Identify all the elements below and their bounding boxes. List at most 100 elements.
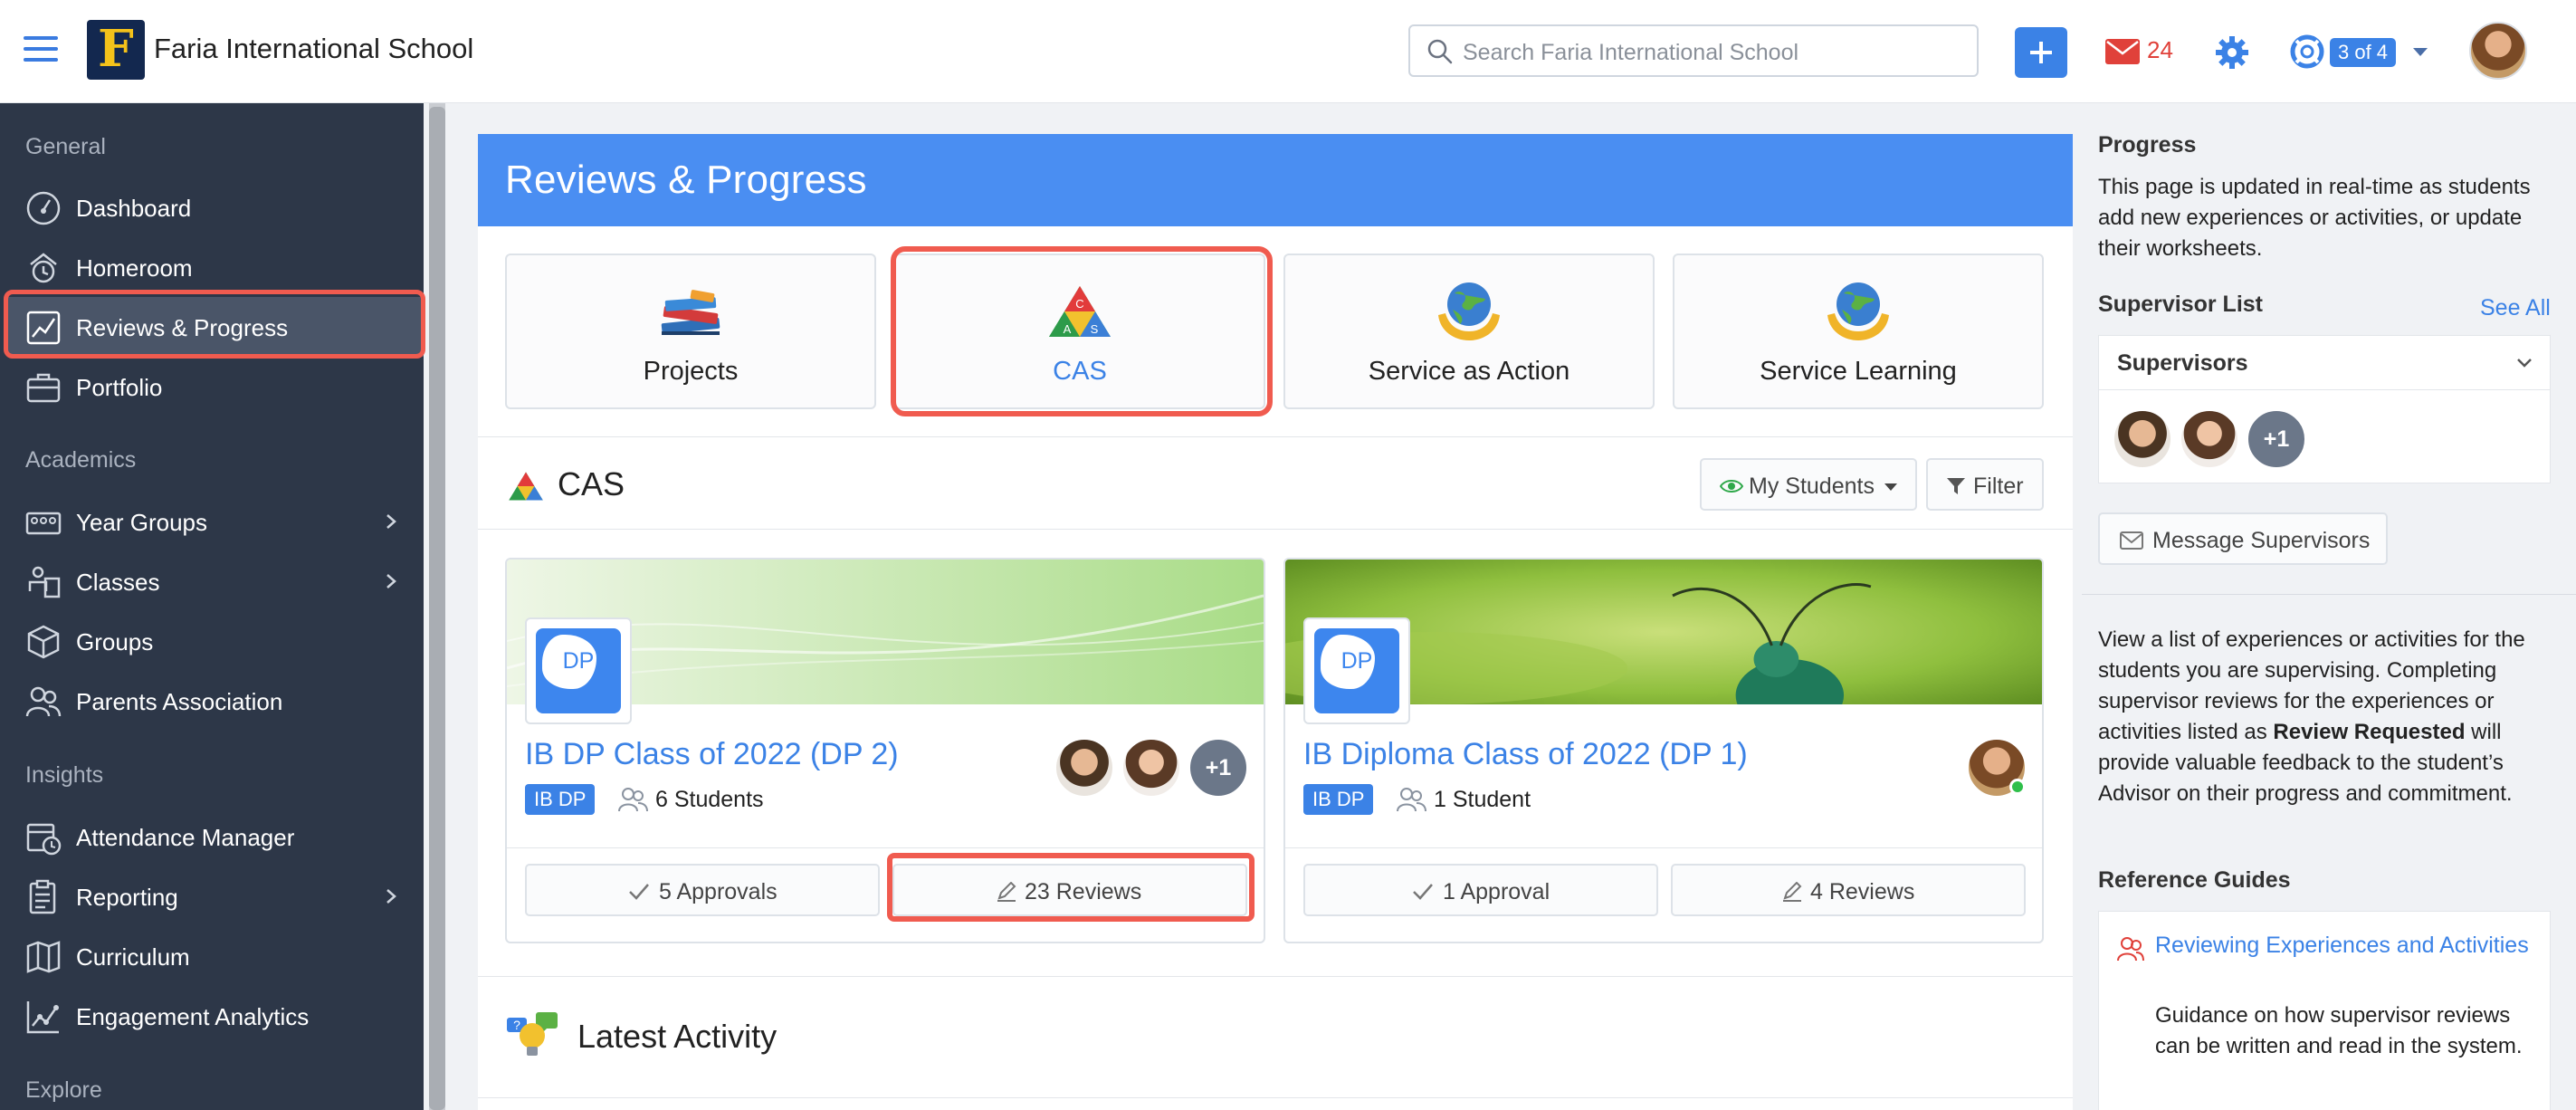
sidebar-item-classes[interactable]: Classes — [7, 551, 424, 611]
sidebar-item-label: Reporting — [76, 884, 178, 911]
sidebar-header-insights: Insights — [25, 762, 104, 788]
reference-guide-link[interactable]: Reviewing Experiences and Activities — [2155, 930, 2535, 961]
lifebuoy-icon[interactable] — [2290, 34, 2324, 69]
progress-text: This page is updated in real-time as stu… — [2098, 175, 2531, 261]
sidebar-item-portfolio[interactable]: Portfolio — [7, 357, 424, 416]
message-supervisors-button[interactable]: Message Supervisors — [2098, 512, 2388, 565]
approvals-label: 1 Approval — [1443, 879, 1550, 904]
cube-icon — [27, 625, 60, 659]
reference-guides-title: Reference Guides — [2098, 867, 2291, 893]
avatar[interactable] — [1054, 737, 1115, 799]
divider — [507, 847, 1264, 848]
class-tile-text: DP — [1340, 648, 1373, 674]
section-title-latest-activity: Latest Activity — [577, 1018, 778, 1055]
sidebar-item-year-groups[interactable]: Year Groups — [7, 492, 424, 551]
category-card-service-learning[interactable]: Service Learning — [1673, 254, 2044, 409]
see-all-link[interactable]: See All — [2480, 295, 2551, 321]
add-button[interactable] — [2015, 27, 2067, 78]
mail-icon[interactable] — [2105, 39, 2140, 64]
sidebar-item-homeroom[interactable]: Homeroom — [7, 237, 424, 297]
more-supervisors-badge[interactable]: +1 — [2246, 408, 2307, 470]
envelope-icon — [2120, 531, 2143, 550]
sidebar-item-curriculum[interactable]: Curriculum — [7, 926, 424, 986]
highlight-cas-card — [891, 246, 1273, 416]
sidebar-header-academics: Academics — [25, 447, 137, 473]
more-avatars-badge[interactable]: +1 — [1188, 737, 1249, 799]
divider — [1285, 847, 2042, 848]
user-avatar[interactable] — [2469, 22, 2527, 80]
sidebar-item-reporting[interactable]: Reporting — [7, 866, 424, 926]
supervisor-description: View a list of experiences or activities… — [2098, 625, 2560, 809]
students-count: 6 Students — [655, 787, 764, 812]
caret-down-icon — [1884, 483, 1897, 491]
divider — [478, 529, 2073, 530]
gear-icon[interactable] — [2214, 34, 2250, 71]
page-title: Reviews & Progress — [505, 158, 867, 202]
help-progress-badge[interactable]: 3 of 4 — [2330, 38, 2397, 67]
sidebar-item-engagement-analytics[interactable]: Engagement Analytics — [7, 986, 424, 1046]
sidebar-item-groups[interactable]: Groups — [7, 611, 424, 671]
report-icon — [29, 879, 56, 914]
sidebar-item-label: Year Groups — [76, 509, 208, 536]
avatar[interactable] — [2179, 408, 2240, 470]
divider — [478, 436, 2073, 437]
avatar[interactable] — [1121, 737, 1182, 799]
category-label: Service Learning — [1760, 357, 1957, 386]
category-card-service-as-action[interactable]: Service as Action — [1283, 254, 1655, 409]
reviews-button[interactable]: 4 Reviews — [1671, 864, 2026, 916]
supervisors-accordion-header[interactable]: Supervisors — [2099, 336, 2550, 390]
search-input[interactable]: Search Faria International School — [1463, 40, 1798, 66]
category-label: Projects — [643, 357, 739, 386]
users-icon — [618, 788, 648, 812]
briefcase-icon — [26, 373, 61, 403]
section-title-cas: CAS — [558, 465, 625, 502]
class-title[interactable]: IB DP Class of 2022 (DP 2) — [525, 737, 899, 772]
users-icon — [1397, 788, 1426, 812]
hamburger-menu-icon[interactable] — [24, 36, 58, 65]
school-name[interactable]: Faria International School — [154, 33, 473, 65]
eye-icon — [1720, 480, 1743, 493]
sidebar-item-label: Groups — [76, 628, 154, 655]
chevron-right-icon — [386, 574, 396, 588]
sidebar-scrollbar-thumb[interactable] — [429, 107, 445, 1110]
sidebar-item-attendance-manager[interactable]: Attendance Manager — [7, 807, 424, 866]
calendar-clock-icon — [26, 823, 62, 856]
lightbulb-chat-icon: ? — [507, 1012, 558, 1056]
page-header: Reviews & Progress — [478, 134, 2073, 226]
class-tile: DP — [525, 617, 632, 724]
mail-count[interactable]: 24 — [2147, 36, 2173, 64]
chevron-right-icon — [386, 514, 396, 529]
divider — [478, 976, 2073, 977]
my-students-dropdown[interactable]: My Students — [1700, 458, 1917, 511]
search-icon — [1427, 39, 1453, 64]
school-logo[interactable]: F — [87, 20, 145, 80]
sidebar-header-general: General — [25, 134, 106, 159]
divider — [478, 1097, 2073, 1098]
class-title[interactable]: IB Diploma Class of 2022 (DP 1) — [1303, 737, 1748, 772]
sidebar-item-label: Curriculum — [76, 943, 190, 971]
globe-hands-icon — [1827, 282, 1889, 340]
approvals-button[interactable]: 1 Approval — [1303, 864, 1658, 916]
sidebar-item-dashboard[interactable]: Dashboard — [7, 177, 424, 237]
sidebar-item-label: Engagement Analytics — [76, 1003, 310, 1030]
top-bar: F Faria International School Search Fari… — [0, 0, 2576, 103]
program-badge: IB DP — [1303, 784, 1374, 815]
online-status-dot — [2009, 779, 2026, 795]
avatar[interactable] — [2112, 408, 2173, 470]
sidebar-item-parents-association[interactable]: Parents Association — [7, 671, 424, 731]
sidebar-item-label: Dashboard — [76, 195, 192, 222]
caret-down-icon[interactable] — [2413, 48, 2428, 56]
program-badge: IB DP — [525, 784, 596, 815]
search-box[interactable]: Search Faria International School — [1408, 24, 1979, 77]
students-count: 1 Student — [1434, 787, 1531, 812]
category-card-projects[interactable]: Projects — [505, 254, 876, 409]
people-icon — [25, 686, 62, 717]
filter-button[interactable]: Filter — [1926, 458, 2044, 511]
chevron-down-icon — [2517, 359, 2532, 368]
pencil-icon — [1783, 882, 1802, 902]
highlight-reviews-progress — [4, 290, 425, 359]
class-card-dp1[interactable]: DP IB Diploma Class of 2022 (DP 1) IB DP… — [1283, 558, 2044, 943]
books-icon — [661, 290, 720, 335]
year-groups-icon — [25, 512, 62, 535]
approvals-button[interactable]: 5 Approvals — [525, 864, 880, 916]
